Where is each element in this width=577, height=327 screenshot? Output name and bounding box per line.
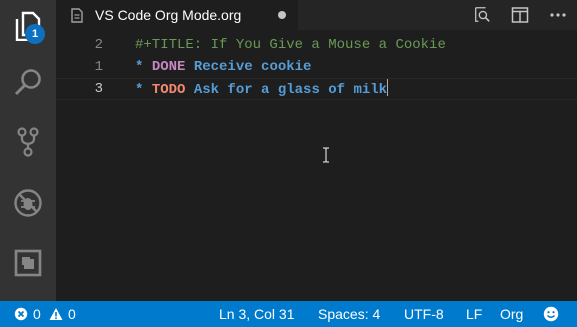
editor-line[interactable]: 2 #+TITLE: If You Give a Mouse a Cookie	[56, 34, 577, 56]
encoding[interactable]: UTF-8	[404, 301, 444, 327]
heading-text: Ask for a glass of milk	[193, 82, 388, 98]
language-mode[interactable]: Org	[500, 301, 523, 327]
debug-icon	[14, 189, 42, 217]
source-control-button[interactable]	[0, 116, 56, 168]
line-number: 2	[94, 37, 103, 53]
explorer-badge: 1	[25, 24, 45, 44]
editor-tab[interactable]: VS Code Org Mode.org	[56, 0, 298, 30]
debug-button[interactable]	[0, 177, 56, 229]
unsaved-dot-icon[interactable]	[278, 11, 286, 19]
end-of-line[interactable]: LF	[466, 301, 482, 327]
editor-line[interactable]: 1 * DONE Receive cookie	[56, 56, 577, 78]
cursor-position[interactable]: Ln 3, Col 31	[219, 301, 295, 327]
search-button[interactable]	[0, 56, 56, 108]
extensions-button[interactable]	[0, 237, 56, 289]
explorer-button[interactable]: 1	[0, 0, 56, 52]
heading-text: Receive cookie	[193, 59, 312, 75]
error-icon[interactable]	[14, 307, 28, 321]
warning-icon[interactable]	[49, 307, 63, 321]
done-keyword: DONE	[151, 59, 186, 75]
editor-line-current[interactable]: 3 * TODO Ask for a glass of milk	[56, 78, 577, 100]
error-count[interactable]: 0	[33, 301, 41, 327]
line-number: 3	[94, 81, 103, 97]
todo-keyword: TODO	[151, 82, 186, 98]
source-control-icon	[17, 127, 39, 157]
smiley-icon[interactable]	[543, 306, 559, 322]
heading-line: * DONE Receive cookie	[135, 56, 311, 78]
heading-star: *	[135, 59, 144, 75]
status-bar: 0 0 Ln 3, Col 31 Spaces: 4 UTF-8 LF Org	[0, 301, 577, 327]
title-directive: #+TITLE: If You Give a Mouse a Cookie	[135, 37, 446, 53]
tab-title: VS Code Org Mode.org	[95, 7, 242, 23]
activity-bar: 1	[0, 0, 56, 301]
ibeam-cursor-icon	[323, 147, 329, 163]
extensions-icon	[14, 249, 42, 277]
indentation[interactable]: Spaces: 4	[318, 301, 380, 327]
heading-star: *	[135, 82, 144, 98]
more-actions-icon[interactable]	[549, 6, 567, 24]
open-preview-icon[interactable]	[473, 6, 491, 24]
file-icon	[71, 8, 83, 23]
heading-line: * TODO Ask for a glass of milk	[135, 79, 389, 100]
split-editor-icon[interactable]	[511, 6, 529, 24]
editor-area[interactable]: 2 #+TITLE: If You Give a Mouse a Cookie …	[56, 30, 577, 301]
warning-count[interactable]: 0	[68, 301, 76, 327]
line-number: 1	[94, 59, 103, 75]
tab-bar: VS Code Org Mode.org	[56, 0, 577, 30]
search-icon	[14, 69, 41, 96]
text-cursor	[387, 79, 389, 96]
